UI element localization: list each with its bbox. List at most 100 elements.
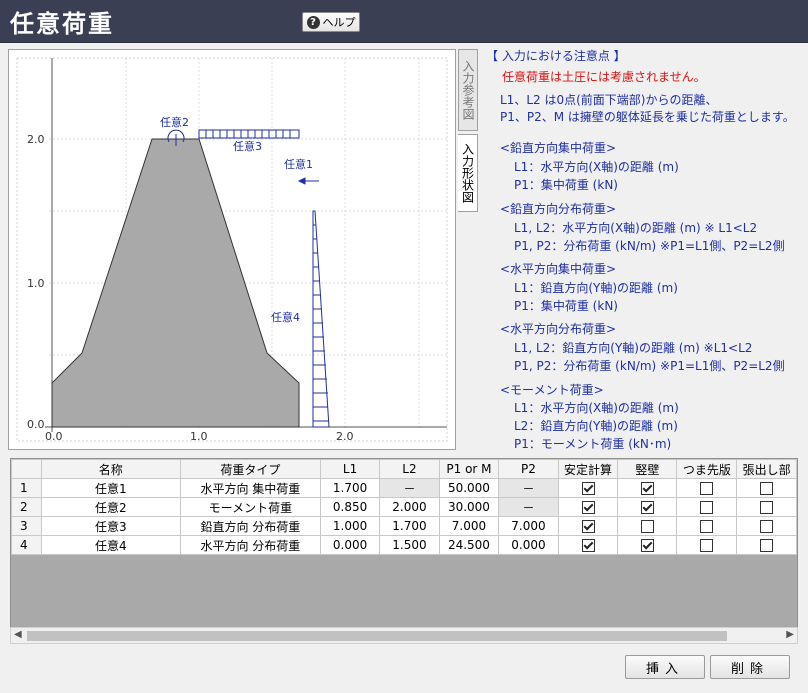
section-line: L1, L2：鉛直方向(Y軸)の距離 (m) ※L1<L2 — [514, 341, 753, 355]
scroll-left-icon[interactable]: ◀ — [14, 629, 22, 640]
table-row[interactable]: 4 任意4 水平方向 分布荷重 0.000 1.500 24.500 0.000 — [11, 535, 797, 555]
help-button[interactable]: ? ヘルプ — [302, 12, 360, 32]
col-header[interactable]: 安定計算 — [557, 459, 619, 479]
col-header[interactable]: 竪壁 — [617, 459, 678, 479]
checkbox[interactable] — [760, 539, 774, 552]
cell-l2[interactable]: 1.500 — [379, 535, 440, 555]
tab-shape-diagram[interactable]: 入力形状図 — [458, 134, 478, 212]
cell-p1[interactable]: 50.000 — [438, 478, 500, 498]
load-1-concentrated — [297, 177, 319, 185]
cell-l1[interactable]: 0.000 — [319, 535, 381, 555]
cell-l2[interactable]: 1.700 — [379, 516, 440, 536]
x-tick-label: 2.0 — [336, 430, 354, 443]
checkbox[interactable] — [700, 482, 714, 495]
delete-button[interactable]: 削除 — [710, 655, 790, 679]
col-header[interactable]: 荷重タイプ — [179, 459, 321, 479]
notes-warning: 任意荷重は土圧には考慮されません。 — [502, 70, 706, 84]
section-line: P1：集中荷重 (kN) — [514, 299, 618, 313]
cell-l2[interactable]: － — [379, 478, 440, 498]
load-table: 名称 荷重タイプ L1 L2 P1 or M P2 安定計算 竪壁 つま先版 張… — [11, 459, 797, 555]
section-title: <水平方向分布荷重> — [500, 322, 617, 336]
cell-p2[interactable]: 7.000 — [498, 516, 559, 536]
col-header[interactable]: L2 — [379, 459, 440, 479]
section-line: P1：モーメント荷重 (kN･m) — [514, 437, 672, 451]
checkbox[interactable] — [760, 501, 774, 514]
shape-diagram: 2.0 1.0 0.0 0.0 1.0 2.0 任意2 任意3 任意1 任意4 — [16, 57, 448, 443]
cell-p1[interactable]: 7.000 — [438, 516, 500, 536]
col-header[interactable]: P2 — [498, 459, 559, 479]
table-row[interactable]: 1 任意1 水平方向 集中荷重 1.700 － 50.000 － — [11, 478, 797, 498]
cell-no: 4 — [11, 535, 42, 555]
cell-p2[interactable]: － — [498, 478, 559, 498]
checkbox[interactable] — [581, 482, 595, 495]
cell-wall — [617, 497, 678, 517]
y-tick-label: 2.0 — [27, 133, 45, 146]
checkbox[interactable] — [760, 482, 774, 495]
cell-name[interactable]: 任意4 — [40, 535, 181, 555]
shape-diagram-panel: 2.0 1.0 0.0 0.0 1.0 2.0 任意2 任意3 任意1 任意4 — [8, 49, 456, 450]
checkbox[interactable] — [700, 520, 714, 533]
tab-label: 入力形状図 — [460, 143, 475, 203]
title-bar: 任意荷重 ? ヘルプ — [0, 0, 808, 43]
cell-stab — [557, 535, 619, 555]
horizontal-scrollbar[interactable]: ◀ ▶ — [10, 627, 798, 644]
y-tick-label: 1.0 — [27, 277, 45, 290]
cell-stab — [557, 497, 619, 517]
checkbox[interactable] — [640, 482, 654, 495]
cell-p2[interactable]: 0.000 — [498, 535, 559, 555]
checkbox[interactable] — [760, 520, 774, 533]
cell-wall — [617, 516, 678, 536]
section-line: L2：鉛直方向(Y軸)の距離 (m) — [514, 419, 678, 433]
cell-type[interactable]: 鉛直方向 分布荷重 — [179, 516, 321, 536]
cell-type[interactable]: 水平方向 集中荷重 — [179, 478, 321, 498]
checkbox[interactable] — [640, 520, 654, 533]
col-header[interactable]: 張出し部 — [736, 459, 797, 479]
col-header[interactable]: つま先版 — [676, 459, 738, 479]
cell-name[interactable]: 任意2 — [40, 497, 181, 517]
tab-reference-diagram[interactable]: 入力参考図 — [458, 49, 478, 131]
load-label: 任意4 — [271, 310, 300, 324]
cell-p1[interactable]: 30.000 — [438, 497, 500, 517]
load-4-distributed — [312, 210, 330, 428]
cell-type[interactable]: モーメント荷重 — [179, 497, 321, 517]
cell-wall — [617, 478, 678, 498]
cell-l2[interactable]: 2.000 — [379, 497, 440, 517]
load-3-distributed — [198, 129, 300, 139]
cell-p2[interactable]: － — [498, 497, 559, 517]
checkbox[interactable] — [581, 539, 595, 552]
insert-button[interactable]: 挿入 — [625, 655, 705, 679]
y-tick-label: 0.0 — [27, 418, 45, 431]
window-title: 任意荷重 — [10, 10, 114, 38]
scrollbar-thumb[interactable] — [27, 631, 727, 641]
table-row[interactable]: 2 任意2 モーメント荷重 0.850 2.000 30.000 － — [11, 497, 797, 517]
cell-name[interactable]: 任意1 — [40, 478, 181, 498]
checkbox[interactable] — [581, 520, 595, 533]
cell-type[interactable]: 水平方向 分布荷重 — [179, 535, 321, 555]
cell-l1[interactable]: 1.700 — [319, 478, 381, 498]
section-title: <水平方向集中荷重> — [500, 262, 617, 276]
cell-name[interactable]: 任意3 — [40, 516, 181, 536]
col-header[interactable]: P1 or M — [438, 459, 500, 479]
notes-heading: 【 入力における注意点 】 — [486, 49, 626, 63]
load-table-area: 名称 荷重タイプ L1 L2 P1 or M P2 安定計算 竪壁 つま先版 張… — [10, 458, 798, 644]
cell-no: 3 — [11, 516, 42, 536]
checkbox[interactable] — [640, 501, 654, 514]
cell-p1[interactable]: 24.500 — [438, 535, 500, 555]
cell-wall — [617, 535, 678, 555]
col-header[interactable]: L1 — [319, 459, 381, 479]
checkbox[interactable] — [700, 539, 714, 552]
checkbox[interactable] — [581, 501, 595, 514]
notes-general: L1、L2 は0点(前面下端部)からの距離、 — [500, 93, 718, 107]
col-header[interactable]: 名称 — [40, 459, 181, 479]
checkbox[interactable] — [700, 501, 714, 514]
scroll-right-icon[interactable]: ▶ — [786, 629, 794, 640]
cell-stab — [557, 478, 619, 498]
table-row[interactable]: 3 任意3 鉛直方向 分布荷重 1.000 1.700 7.000 7.000 — [11, 516, 797, 536]
cell-over — [736, 516, 797, 536]
cell-l1[interactable]: 1.000 — [319, 516, 381, 536]
table-header-row: 名称 荷重タイプ L1 L2 P1 or M P2 安定計算 竪壁 つま先版 張… — [11, 459, 797, 479]
cell-l1[interactable]: 0.850 — [319, 497, 381, 517]
checkbox[interactable] — [640, 539, 654, 552]
question-icon: ? — [306, 15, 320, 29]
section-line: P1, P2：分布荷重 (kN/m) ※P1=L1側、P2=L2側 — [514, 239, 785, 253]
